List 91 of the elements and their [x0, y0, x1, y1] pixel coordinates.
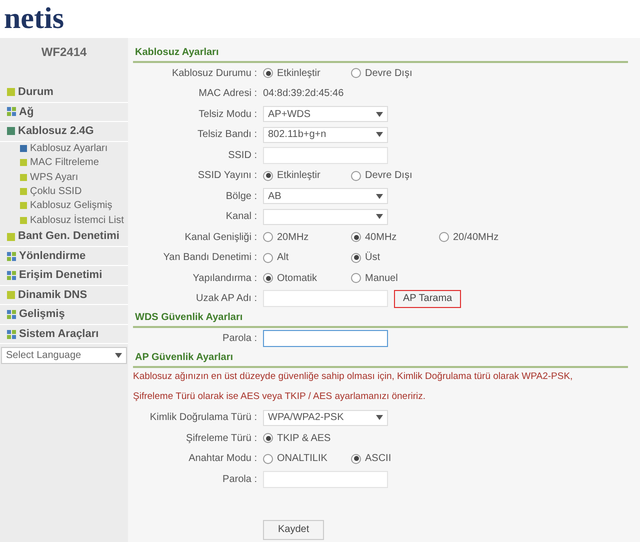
radio-label: 20MHz	[277, 230, 309, 245]
radio-button[interactable]	[351, 252, 361, 263]
field-label: SSID Yayını :	[196, 169, 258, 184]
grid-icon	[7, 310, 16, 320]
radio-button[interactable]	[351, 454, 361, 464]
radio-button[interactable]	[263, 170, 273, 181]
mac-address: 04:8d:39:2d:45:46	[263, 87, 344, 102]
section-title: AP Güvenlik Ayarları	[135, 350, 234, 364]
submenu-item[interactable]: Çoklu SSID	[0, 184, 128, 199]
field-label: Uzak AP Adı :	[195, 292, 258, 306]
radio-button[interactable]	[263, 433, 273, 444]
menu-item[interactable]: Bant Gen. Denetimi	[0, 227, 128, 247]
radio-button[interactable]	[263, 232, 273, 242]
radio-label: 20/40MHz	[453, 230, 499, 245]
square-icon	[7, 232, 15, 241]
radio-label: Etkinleştir	[277, 169, 320, 184]
field-label: Kanal :	[224, 210, 258, 224]
warning-text: Şifreleme Türü olarak ise AES veya TKIP / AES ayarlamanızı öneririz.	[133, 390, 427, 404]
radio-label: Devre Dışı	[365, 66, 412, 81]
submenu-item[interactable]: Kablosuz Ayarları	[0, 142, 128, 156]
caret-icon	[376, 132, 383, 138]
model-name: WF2414	[40, 44, 88, 61]
field-label: Şifreleme Türü :	[185, 432, 258, 446]
radio-label: ONALTILIK	[277, 452, 328, 466]
menu-item[interactable]: Durum	[0, 83, 128, 102]
language-select[interactable]: Select Language	[1, 347, 127, 364]
radio-label: Manuel	[365, 272, 398, 286]
field-label: Kablosuz Durumu :	[170, 66, 258, 81]
radio-label: TKIP & AES	[277, 432, 331, 446]
caret-icon	[376, 214, 383, 220]
radio-label: ASCII	[365, 452, 392, 466]
radio-label: 40MHz	[365, 230, 397, 245]
radio-label: Üst	[365, 250, 380, 266]
field-label: SSID :	[227, 148, 258, 163]
radio-label: Otomatik	[277, 272, 318, 286]
logo: netis	[4, 4, 64, 34]
submenu-item[interactable]: MAC Filtreleme	[0, 156, 128, 170]
radio-button[interactable]	[263, 252, 273, 263]
caret-icon	[376, 415, 383, 420]
field-label: Telsiz Modu :	[198, 108, 258, 122]
radio-button[interactable]	[263, 454, 273, 464]
dropdown[interactable]: AP+WDS	[263, 106, 388, 122]
menu-item[interactable]: Yönlendirme	[0, 246, 128, 266]
grid-icon	[7, 271, 16, 280]
scan-button[interactable]: AP Tarama	[394, 290, 462, 308]
menu-item[interactable]: Erişim Denetimi	[0, 266, 128, 286]
grid-icon	[7, 330, 16, 339]
radio-label: Devre Dışı	[365, 169, 412, 184]
submenu-item[interactable]: WPS Ayarı	[0, 170, 128, 184]
field-label: Anahtar Modu :	[188, 452, 258, 466]
radio-button[interactable]	[351, 232, 361, 242]
radio-label: Etkinleştir	[277, 66, 320, 81]
radio-button[interactable]	[439, 232, 449, 242]
caret-icon	[376, 112, 383, 117]
radio-button[interactable]	[351, 170, 361, 181]
field-label: Telsiz Bandı :	[196, 128, 258, 142]
caret-icon	[115, 353, 122, 358]
warning-text: Kablosuz ağınızın en üst düzeyde güvenliğe sahip olması için, Kimlik Doğrulama türü olarak WPA2-PSK,	[133, 370, 574, 384]
caret-icon	[376, 194, 383, 199]
radio-button[interactable]	[351, 273, 361, 284]
section-title: WDS Güvenlik Ayarları	[135, 311, 243, 325]
dropdown[interactable]: AB	[263, 188, 388, 204]
radio-button[interactable]	[351, 68, 361, 78]
field-label: Parola :	[222, 332, 258, 346]
field-label: Yapılandırma :	[192, 272, 258, 286]
field-label: Kanal Genişliği :	[184, 230, 258, 245]
field-label: Parola :	[222, 472, 258, 487]
radio-label: Alt	[277, 251, 289, 266]
field-label: MAC Adresi :	[198, 87, 258, 102]
field-label: Kimlik Doğrulama Türü :	[148, 411, 258, 426]
square-icon	[7, 291, 15, 300]
radio-button[interactable]	[263, 68, 273, 78]
menu-item[interactable]: Kablosuz 2.4G	[0, 122, 128, 142]
menu-item[interactable]: Ağ	[0, 102, 128, 122]
save-button[interactable]: Kaydet	[263, 520, 324, 540]
square-icon	[7, 88, 15, 96]
grid-icon	[7, 107, 16, 116]
dropdown[interactable]: 802.11b+g+n	[263, 126, 388, 143]
grid-icon	[7, 252, 16, 261]
field-label: Bölge :	[224, 190, 258, 204]
menu-item[interactable]: Dinamik DNS	[0, 286, 128, 306]
menu-item[interactable]: Sistem Araçları	[0, 324, 128, 344]
menu-item[interactable]: Gelişmiş	[0, 305, 128, 325]
square-icon	[7, 127, 15, 136]
radio-button[interactable]	[263, 273, 273, 284]
submenu-item[interactable]: Kablosuz İstemci List	[0, 212, 128, 228]
field-label: Yan Bandı Denetimi :	[162, 251, 258, 266]
input-field[interactable]	[263, 330, 388, 347]
section-title: Kablosuz Ayarları	[135, 46, 219, 60]
dropdown[interactable]: WPA/WPA2-PSK	[263, 410, 388, 426]
submenu-item[interactable]: Kablosuz Gelişmiş	[0, 198, 128, 213]
